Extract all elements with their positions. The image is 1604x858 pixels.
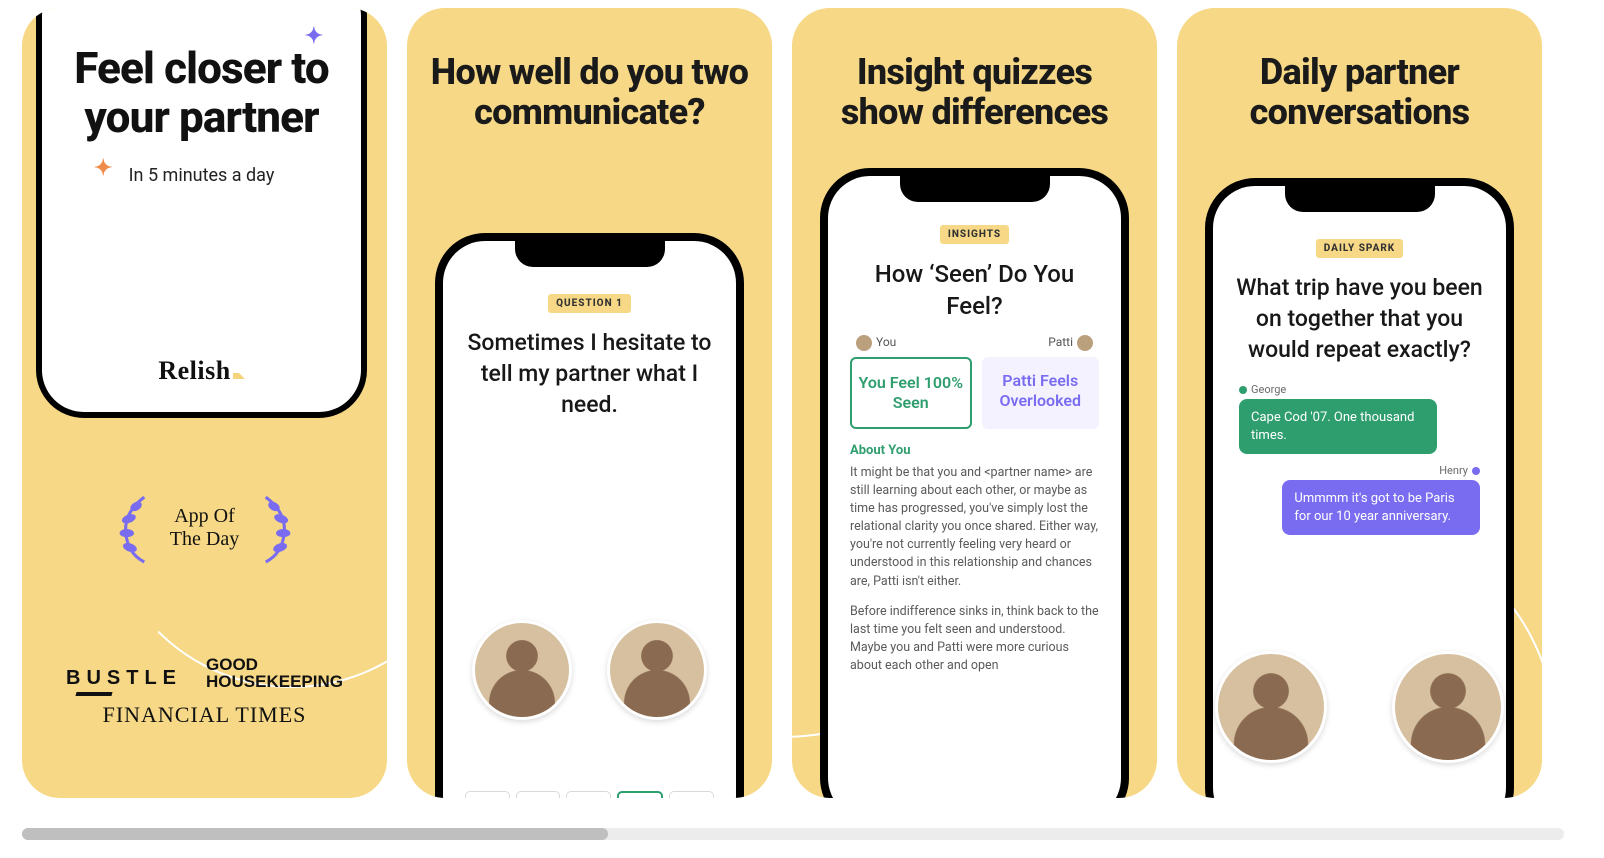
chat-bubble: Ummmm it's got to be Paris for our 10 ye… <box>1282 480 1480 535</box>
insight-title: How ‘Seen’ Do You Feel? <box>850 258 1099 323</box>
card-heading: How well do you two communicate? <box>407 52 772 133</box>
sender-name: George <box>1251 383 1286 396</box>
avatar-icon <box>1077 335 1093 351</box>
laurel-left-icon <box>111 492 157 564</box>
likert-option-1[interactable]: 1 <box>465 791 510 798</box>
scrollbar-thumb[interactable] <box>22 828 608 840</box>
phone-mockup: INSIGHTS How ‘Seen’ Do You Feel? You Pat… <box>820 168 1129 798</box>
hero-subline: In 5 minutes a day <box>42 165 361 186</box>
brand-logo: Relish <box>42 356 361 386</box>
user-dot-icon <box>1472 467 1480 475</box>
participants-row: You Patti <box>850 335 1099 357</box>
partner-label: Patti <box>1048 335 1073 349</box>
avatar <box>472 620 572 720</box>
likert-option-5[interactable]: 5 <box>669 791 714 798</box>
press-financial-times: FINANCIAL TIMES <box>22 702 387 728</box>
screenshot-4[interactable]: Daily partner conversations DAILY SPARK … <box>1177 8 1542 798</box>
partner-result: Patti Feels Overlooked <box>982 357 1100 429</box>
screenshot-2[interactable]: How well do you two communicate? QUESTIO… <box>407 8 772 798</box>
user-dot-icon <box>1239 386 1247 394</box>
horizontal-scrollbar[interactable] <box>22 828 1564 840</box>
card-heading: Daily partner conversations <box>1177 52 1542 133</box>
you-result: You Feel 100% Seen <box>850 357 972 429</box>
chat-thread: George Cape Cod '07. One thousand times.… <box>1235 383 1484 535</box>
phone-notch <box>1285 186 1435 212</box>
avatar <box>607 620 707 720</box>
insights-badge: INSIGHTS <box>940 225 1009 244</box>
press-bustle: BUSTLE <box>66 667 182 690</box>
likert-scale: 1 2 3 4 5 <box>465 791 714 798</box>
screenshot-3[interactable]: Insight quizzes show differences INSIGHT… <box>792 8 1157 798</box>
laurel-right-icon <box>253 492 299 564</box>
about-heading: About You <box>850 443 1099 458</box>
sender-name: Henry <box>1439 464 1468 477</box>
hero-headline: Feel closer to your partner <box>42 44 361 143</box>
avatar-row <box>1177 651 1542 763</box>
likert-option-4[interactable]: 4 <box>617 791 664 798</box>
avatar-row <box>443 620 736 720</box>
hero-panel: ✦ ✦ Feel closer to your partner In 5 min… <box>36 8 367 418</box>
sparkle-icon: ✦ <box>94 156 112 181</box>
avatar <box>1392 651 1504 763</box>
daily-spark-badge: DAILY SPARK <box>1316 239 1403 258</box>
card-heading: Insight quizzes show differences <box>792 52 1157 133</box>
phone-mockup: QUESTION 1 Sometimes I hesitate to tell … <box>435 233 744 798</box>
you-label: You <box>876 335 896 349</box>
press-logos: BUSTLE GOOD HOUSEKEEPING FINANCIAL TIMES <box>22 656 387 728</box>
screenshot-gallery[interactable]: ✦ ✦ Feel closer to your partner In 5 min… <box>0 0 1604 816</box>
likert-option-2[interactable]: 2 <box>516 791 561 798</box>
question-text: Sometimes I hesitate to tell my partner … <box>465 327 714 420</box>
avatar <box>1215 651 1327 763</box>
about-paragraph-2: Before indifference sinks in, think back… <box>850 603 1099 676</box>
chat-bubble: Cape Cod '07. One thousand times. <box>1239 399 1437 454</box>
screenshot-1[interactable]: ✦ ✦ Feel closer to your partner In 5 min… <box>22 8 387 798</box>
phone-notch <box>515 241 665 267</box>
avatar-icon <box>856 335 872 351</box>
award-text: App Of The Day <box>165 505 245 551</box>
award-badge: App Of The Day <box>22 492 387 568</box>
phone-notch <box>900 176 1050 202</box>
about-paragraph-1: It might be that you and <partner name> … <box>850 464 1099 591</box>
press-good-housekeeping: GOOD HOUSEKEEPING <box>206 656 343 690</box>
likert-option-3[interactable]: 3 <box>566 791 611 798</box>
question-badge: QUESTION 1 <box>548 294 631 313</box>
sparkle-icon: ✦ <box>305 24 323 49</box>
prompt-text: What trip have you been on together that… <box>1235 272 1484 365</box>
